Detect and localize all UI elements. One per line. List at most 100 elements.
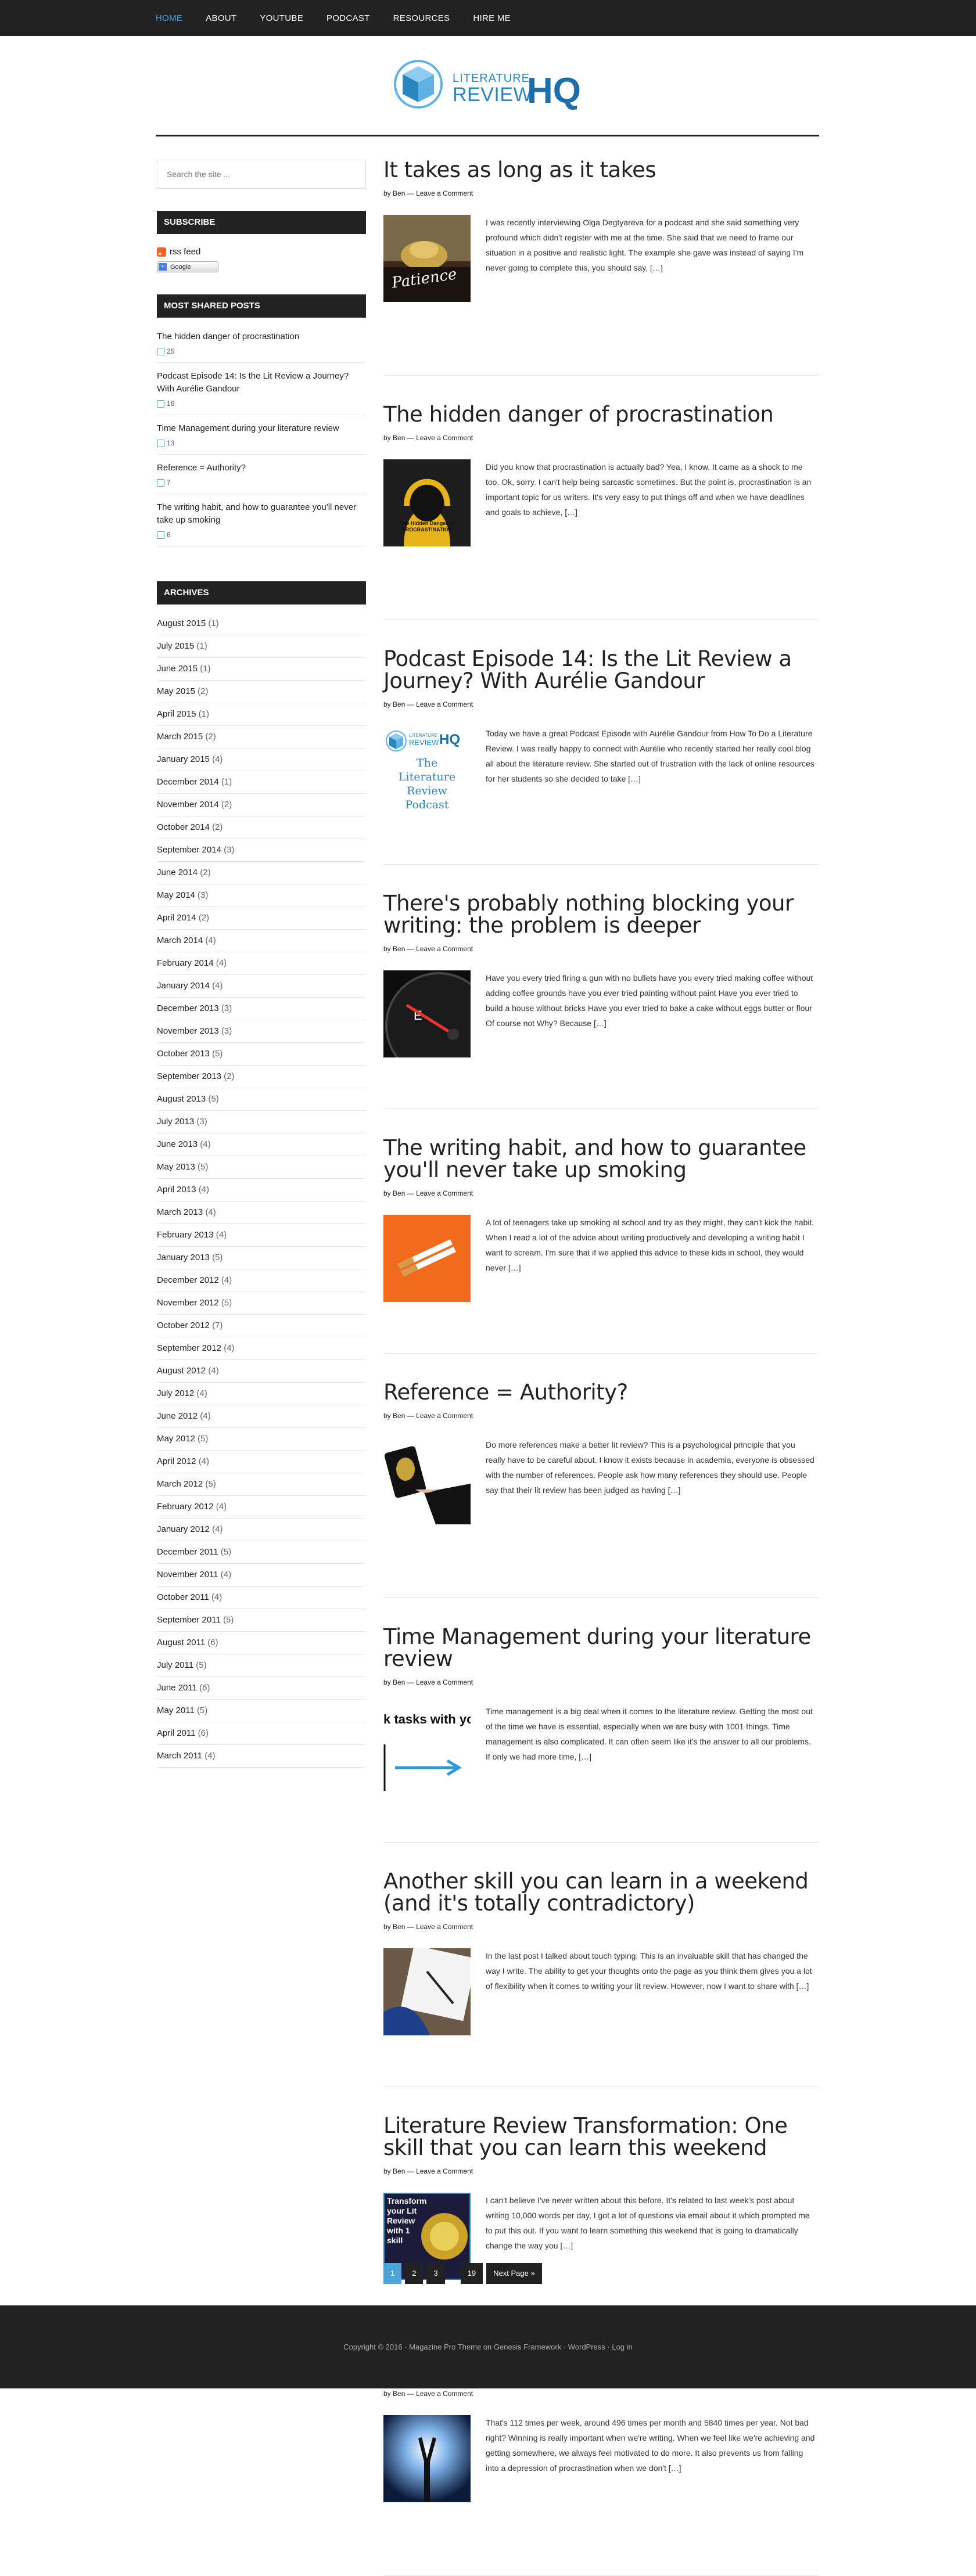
leave-comment-link[interactable]: Leave a Comment	[416, 1678, 473, 1686]
archive-month[interactable]: July 2013	[157, 1117, 194, 1127]
archive-month[interactable]: May 2012	[157, 1434, 195, 1444]
archive-month[interactable]: January 2015	[157, 754, 210, 764]
shared-post-item[interactable]: The hidden danger of procrastination 25	[157, 328, 366, 363]
post-title[interactable]: The writing habit, and how to guarantee …	[383, 1135, 819, 1181]
archive-item[interactable]: November 2013 (3)	[157, 1020, 366, 1043]
post-thumbnail[interactable]	[383, 1215, 471, 1302]
page-1-button[interactable]: 1	[383, 2263, 402, 2284]
archive-item[interactable]: April 2015 (1)	[157, 703, 366, 726]
archive-item[interactable]: January 2015 (4)	[157, 749, 366, 771]
archive-month[interactable]: October 2012	[157, 1321, 210, 1330]
archive-item[interactable]: July 2015 (1)	[157, 635, 366, 658]
archive-month[interactable]: March 2012	[157, 1479, 203, 1489]
archive-item[interactable]: October 2014 (2)	[157, 816, 366, 839]
leave-comment-link[interactable]: Leave a Comment	[416, 1189, 473, 1197]
archive-item[interactable]: October 2013 (5)	[157, 1043, 366, 1066]
archive-item[interactable]: May 2014 (3)	[157, 884, 366, 907]
post-thumbnail[interactable]	[383, 2415, 471, 2502]
archive-item[interactable]: May 2013 (5)	[157, 1156, 366, 1179]
archive-item[interactable]: September 2013 (2)	[157, 1066, 366, 1088]
archive-month[interactable]: May 2013	[157, 1162, 195, 1172]
shared-post-title[interactable]: The writing habit, and how to guarantee …	[157, 501, 366, 527]
archive-month[interactable]: January 2014	[157, 981, 210, 991]
archive-item[interactable]: August 2012 (4)	[157, 1360, 366, 1383]
post-author[interactable]: Ben	[393, 434, 405, 442]
archive-month[interactable]: October 2013	[157, 1049, 210, 1059]
post-thumbnail[interactable]: The Hidden Danger of PROCRASTINATION	[383, 459, 471, 546]
archive-month[interactable]: November 2012	[157, 1298, 219, 1308]
archive-month[interactable]: June 2014	[157, 868, 198, 877]
archive-item[interactable]: September 2012 (4)	[157, 1337, 366, 1360]
archive-item[interactable]: April 2012 (4)	[157, 1451, 366, 1473]
archive-month[interactable]: December 2012	[157, 1275, 219, 1285]
post-author[interactable]: Ben	[393, 700, 405, 708]
post-title[interactable]: The hidden danger of procrastination	[383, 401, 819, 426]
archive-month[interactable]: April 2012	[157, 1456, 196, 1466]
archive-month[interactable]: October 2011	[157, 1592, 209, 1602]
archive-month[interactable]: November 2014	[157, 800, 219, 810]
leave-comment-link[interactable]: Leave a Comment	[416, 2167, 473, 2175]
post-title[interactable]: It takes as long as it takes	[383, 157, 819, 181]
post-title[interactable]: Another skill you can learn in a weekend…	[383, 1868, 819, 1915]
archive-month[interactable]: April 2011	[157, 1728, 195, 1738]
archive-item[interactable]: June 2015 (1)	[157, 658, 366, 681]
shared-post-title[interactable]: The hidden danger of procrastination	[157, 330, 366, 343]
archive-item[interactable]: June 2012 (4)	[157, 1405, 366, 1428]
archive-item[interactable]: December 2013 (3)	[157, 998, 366, 1020]
archive-month[interactable]: September 2011	[157, 1615, 221, 1625]
archive-item[interactable]: September 2011 (5)	[157, 1609, 366, 1632]
leave-comment-link[interactable]: Leave a Comment	[416, 1412, 473, 1420]
archive-item[interactable]: March 2015 (2)	[157, 726, 366, 749]
archive-item[interactable]: July 2011 (5)	[157, 1654, 366, 1677]
archive-item[interactable]: July 2012 (4)	[157, 1383, 366, 1405]
post-author[interactable]: Ben	[393, 2167, 405, 2175]
archive-month[interactable]: January 2013	[157, 1253, 210, 1262]
archive-month[interactable]: December 2014	[157, 777, 219, 787]
post-title[interactable]: Time Management during your literature r…	[383, 1624, 819, 1670]
archive-month[interactable]: December 2011	[157, 1547, 218, 1557]
archive-item[interactable]: June 2014 (2)	[157, 862, 366, 884]
leave-comment-link[interactable]: Leave a Comment	[416, 700, 473, 708]
archive-item[interactable]: March 2011 (4)	[157, 1745, 366, 1768]
archive-month[interactable]: February 2012	[157, 1502, 214, 1512]
archive-item[interactable]: December 2012 (4)	[157, 1269, 366, 1292]
archive-item[interactable]: May 2012 (5)	[157, 1428, 366, 1451]
archive-item[interactable]: September 2014 (3)	[157, 839, 366, 862]
archive-month[interactable]: June 2011	[157, 1683, 197, 1693]
archive-month[interactable]: May 2015	[157, 686, 195, 696]
archive-month[interactable]: July 2012	[157, 1388, 194, 1398]
archive-item[interactable]: March 2014 (4)	[157, 930, 366, 952]
post-title[interactable]: Literature Review Transformation: One sk…	[383, 2113, 819, 2159]
archive-item[interactable]: April 2013 (4)	[157, 1179, 366, 1201]
leave-comment-link[interactable]: Leave a Comment	[416, 189, 473, 197]
nav-item-youtube[interactable]: YOUTUBE	[260, 13, 303, 23]
archive-item[interactable]: August 2015 (1)	[157, 613, 366, 635]
post-author[interactable]: Ben	[393, 2390, 405, 2398]
archive-month[interactable]: August 2013	[157, 1094, 206, 1104]
add-to-google-button[interactable]: + Google	[157, 261, 218, 272]
nav-item-about[interactable]: ABOUT	[206, 13, 236, 23]
leave-comment-link[interactable]: Leave a Comment	[416, 945, 473, 953]
archive-month[interactable]: December 2013	[157, 1003, 219, 1013]
archive-month[interactable]: April 2015	[157, 709, 196, 719]
site-logo[interactable]: LITERATURE REVIEW HQ	[392, 58, 584, 110]
archive-month[interactable]: April 2014	[157, 913, 196, 923]
archive-month[interactable]: November 2011	[157, 1570, 218, 1580]
archive-month[interactable]: June 2015	[157, 664, 198, 674]
post-thumbnail[interactable]: E	[383, 970, 471, 1057]
shared-post-item[interactable]: Time Management during your literature r…	[157, 420, 366, 455]
post-thumbnail[interactable]: LITERATURE REVIEW HQ The Literature Review …	[383, 726, 471, 813]
archive-month[interactable]: March 2014	[157, 936, 203, 945]
archive-month[interactable]: February 2014	[157, 958, 214, 968]
archive-month[interactable]: June 2012	[157, 1411, 198, 1421]
archive-month[interactable]: March 2011	[157, 1751, 202, 1761]
post-title[interactable]: There's probably nothing blocking your w…	[383, 890, 819, 937]
post-thumbnail[interactable]	[383, 1948, 471, 2035]
archive-month[interactable]: August 2015	[157, 618, 206, 628]
archive-item[interactable]: February 2012 (4)	[157, 1496, 366, 1519]
archive-item[interactable]: May 2011 (5)	[157, 1700, 366, 1722]
archive-item[interactable]: March 2012 (5)	[157, 1473, 366, 1496]
archive-item[interactable]: June 2011 (6)	[157, 1677, 366, 1700]
search-input[interactable]	[157, 160, 366, 189]
post-title[interactable]: Podcast Episode 14: Is the Lit Review a …	[383, 646, 819, 692]
